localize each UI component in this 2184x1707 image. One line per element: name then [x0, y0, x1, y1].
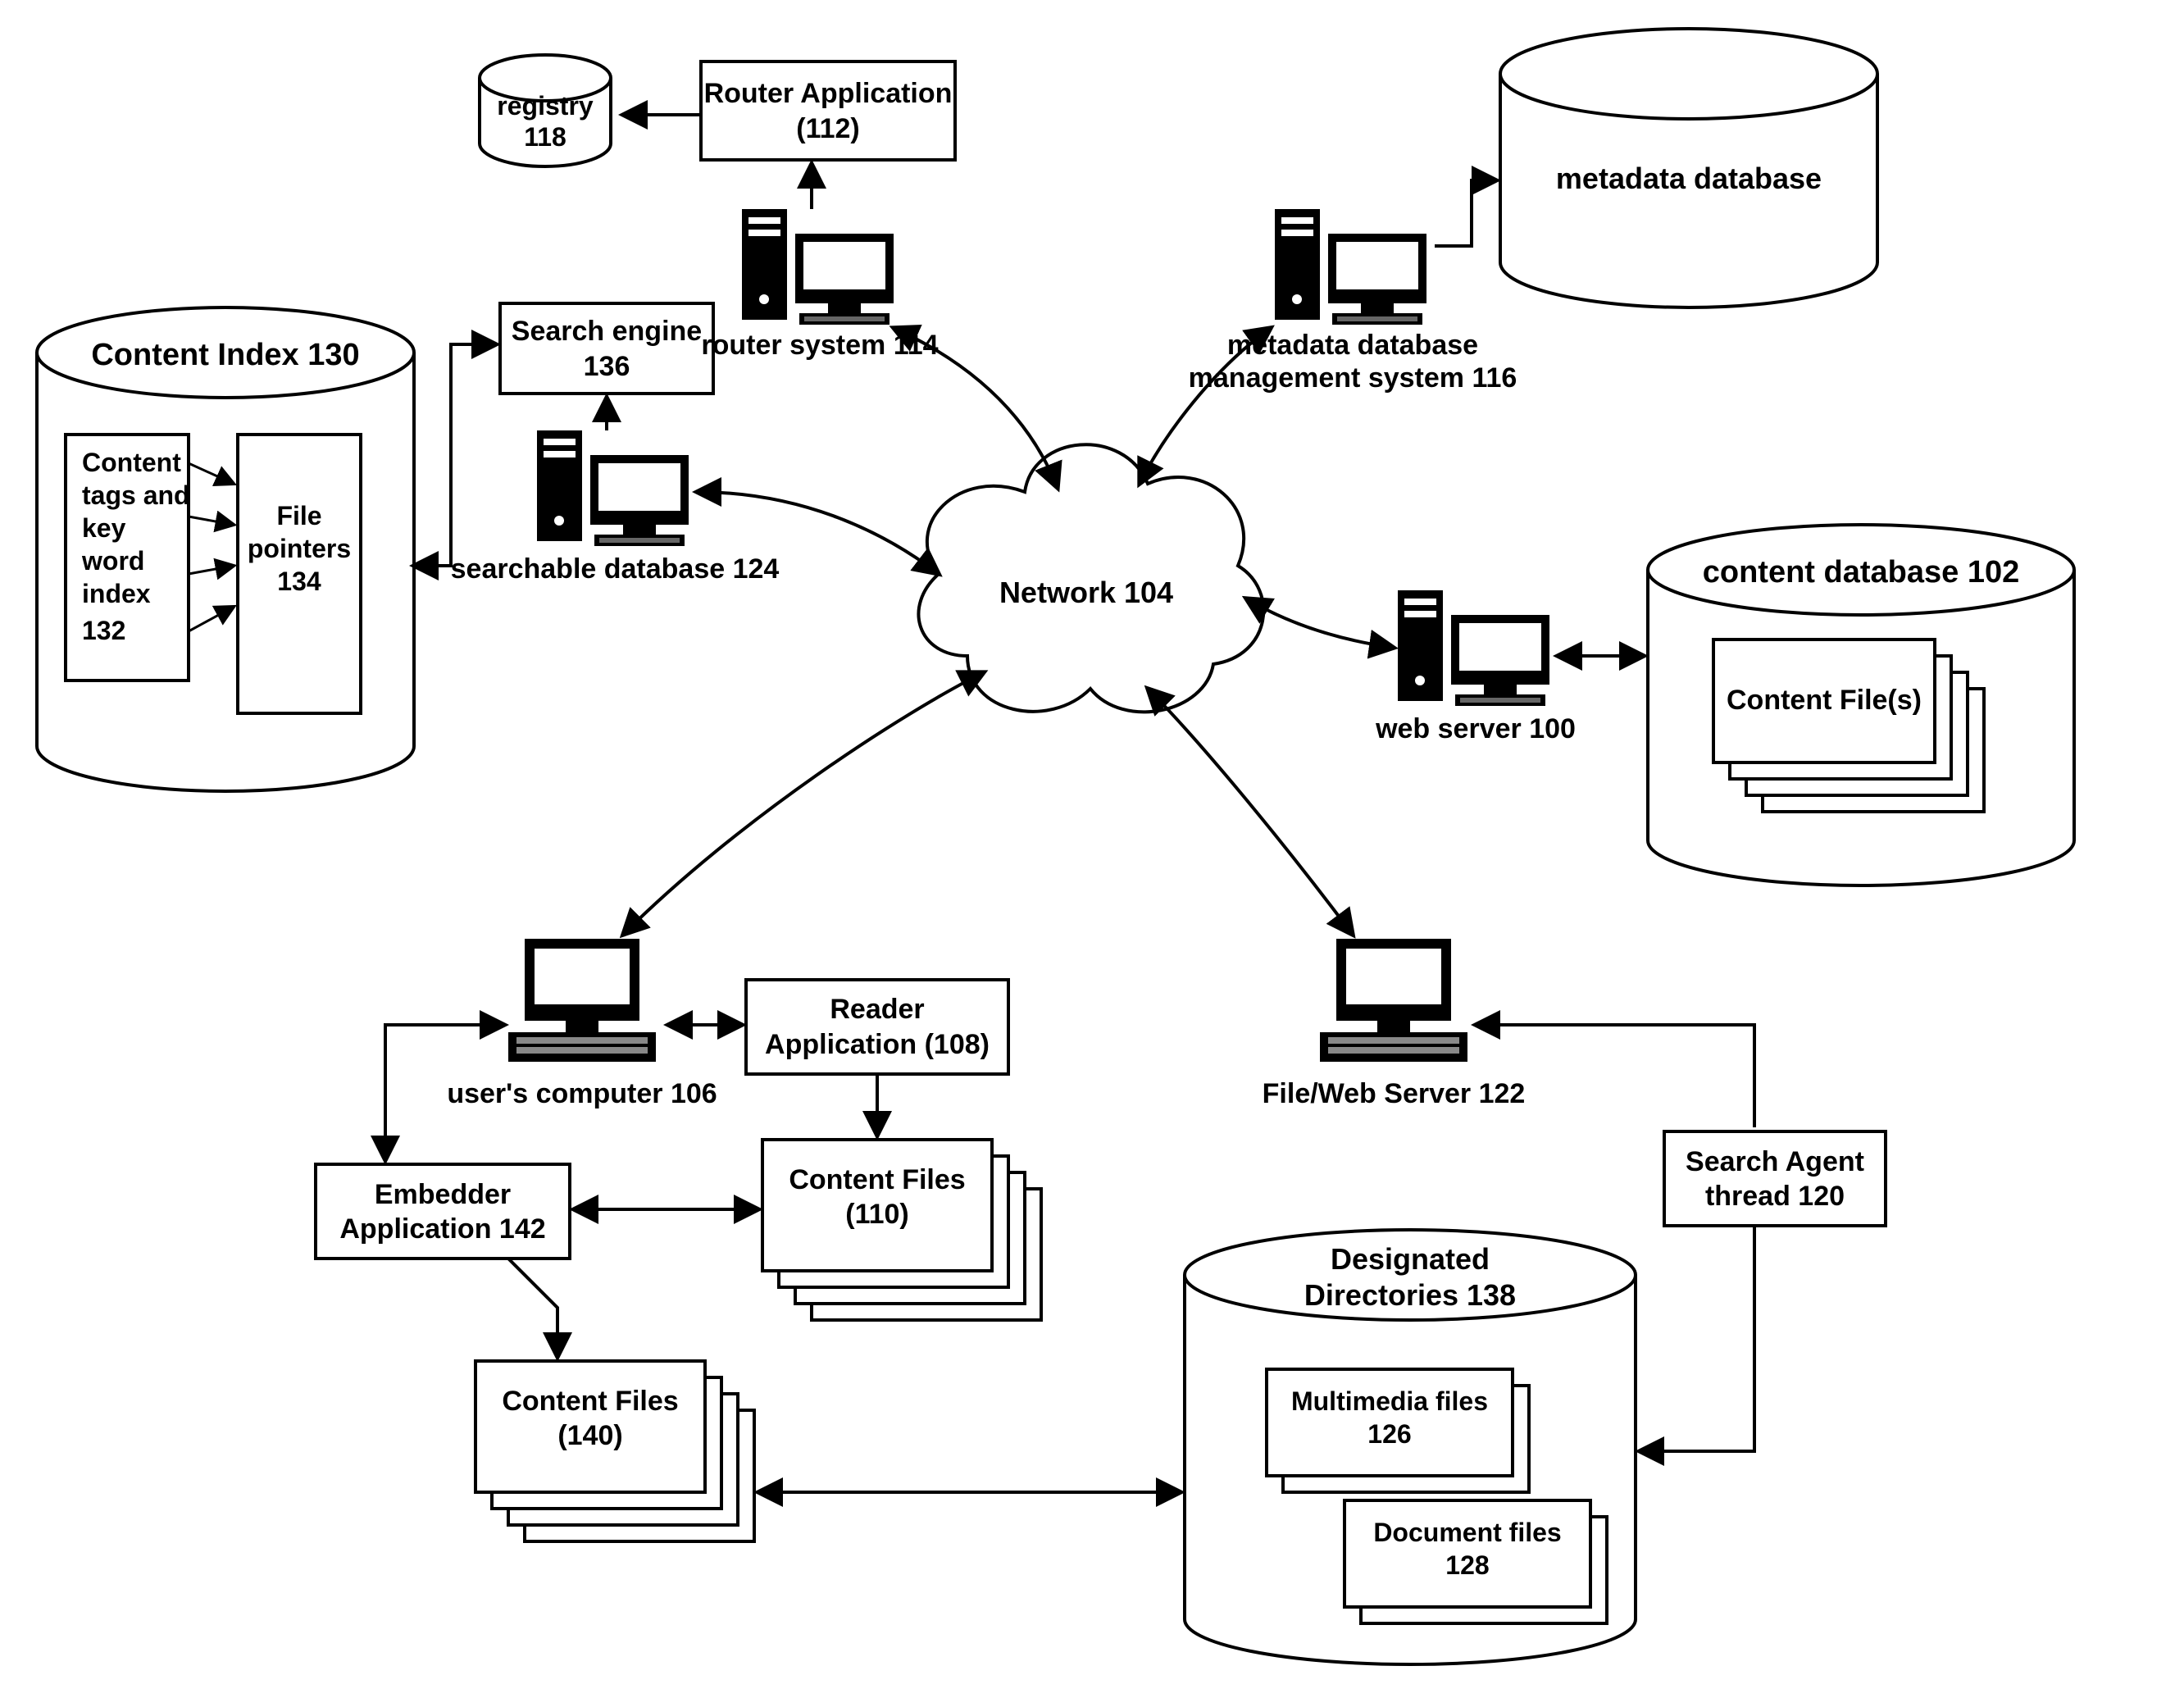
arrow-metadatasys-db	[1435, 180, 1496, 246]
file-web-server-label: File/Web Server 122	[1263, 1078, 1526, 1109]
file-web-server-icon	[1320, 939, 1467, 1062]
reader-app-label2: Application (108)	[765, 1029, 990, 1060]
content-index-cylinder: Content Index 130 Content tags and key w…	[37, 307, 414, 791]
reader-app-label1: Reader	[830, 994, 924, 1025]
content-110-label2: (110)	[845, 1199, 909, 1230]
ci-tags-5: index	[82, 579, 151, 608]
content-db-title: content database 102	[1703, 555, 2019, 589]
searchable-db-label: searchable database 124	[451, 553, 780, 585]
designated-doc2: 128	[1445, 1550, 1489, 1580]
network-label: Network 104	[999, 576, 1173, 609]
router-system-icon	[742, 209, 894, 325]
registry-cylinder: registry 118	[480, 55, 611, 166]
router-application-box: Router Application (112)	[701, 61, 955, 160]
registry-label1: registry	[497, 91, 594, 121]
search-agent-label1: Search Agent	[1686, 1146, 1864, 1177]
designated-mm2: 126	[1367, 1419, 1411, 1449]
content-140-label1: Content Files	[502, 1386, 678, 1417]
content-index-title: Content Index 130	[91, 338, 359, 372]
ci-arrow-4	[189, 607, 234, 631]
search-engine-label1: Search engine	[512, 316, 702, 347]
web-server-icon	[1398, 590, 1549, 706]
content-110-label1: Content Files	[789, 1164, 965, 1195]
ci-tags-3: key	[82, 513, 126, 543]
designated-title1: Designated	[1331, 1242, 1490, 1276]
ci-ptr-1: File	[276, 501, 321, 530]
ci-arrow-3	[189, 566, 234, 574]
ci-arrow-2	[189, 517, 234, 525]
arrow-embedder-files140	[508, 1259, 557, 1357]
ci-ptr-2: pointers	[248, 534, 351, 563]
web-server-label: web server 100	[1375, 713, 1576, 744]
user-computer-icon	[508, 939, 656, 1062]
search-engine-box: Search engine 136	[500, 303, 713, 394]
arrow-searchagent-fileserver	[1476, 1025, 1754, 1127]
ci-tags-4: word	[81, 546, 144, 576]
router-app-label1: Router Application	[704, 78, 953, 109]
content-db-cylinder: content database 102 Content File(s)	[1648, 525, 2074, 885]
user-computer-label: user's computer 106	[447, 1078, 717, 1109]
ci-tags-1: Content	[82, 448, 181, 477]
router-app-label2: (112)	[796, 113, 860, 144]
registry-label2: 118	[524, 122, 566, 152]
searchable-db-icon	[537, 430, 689, 546]
designated-doc1: Document files	[1373, 1518, 1561, 1547]
ci-tags-2: tags and	[82, 480, 190, 510]
network-cloud: Network 104	[918, 444, 1263, 712]
content-140-label2: (140)	[557, 1420, 622, 1451]
ci-arrow-1	[189, 463, 234, 484]
metadata-db-label: metadata database	[1556, 162, 1822, 195]
search-agent-label2: thread 120	[1705, 1181, 1845, 1212]
designated-mm1: Multimedia files	[1291, 1386, 1488, 1416]
arrow-contentindex-searchengine	[414, 344, 496, 566]
diagram-root: Network 104 Router Application (112) reg…	[0, 0, 2184, 1707]
arrow-webserver-network	[1246, 599, 1394, 648]
embedder-label1: Embedder	[375, 1179, 511, 1210]
content-db-file: Content File(s)	[1727, 685, 1922, 716]
search-agent-box: Search Agent thread 120	[1664, 1131, 1886, 1226]
designated-title2: Directories 138	[1304, 1278, 1516, 1312]
embedder-label2: Application 142	[339, 1213, 545, 1245]
designated-directories-cylinder: Designated Directories 138 Multimedia fi…	[1185, 1230, 1636, 1664]
arrow-user-network	[623, 672, 984, 935]
content-files-110: Content Files (110)	[762, 1140, 1041, 1320]
arrow-fileserver-network	[1148, 689, 1353, 935]
metadata-db-cylinder: metadata database	[1500, 29, 1877, 307]
ci-ptr-3: 134	[277, 567, 321, 596]
search-engine-label2: 136	[584, 351, 630, 382]
router-system-label: router system 114	[701, 330, 938, 361]
metadata-system-label2: management system 116	[1189, 362, 1517, 394]
metadata-system-icon	[1275, 209, 1426, 325]
arrow-searchagent-designated	[1640, 1226, 1754, 1451]
content-files-140: Content Files (140)	[475, 1361, 754, 1541]
reader-app-box: Reader Application (108)	[746, 980, 1008, 1074]
embedder-app-box: Embedder Application 142	[316, 1164, 570, 1259]
ci-tags-6: 132	[82, 616, 125, 645]
